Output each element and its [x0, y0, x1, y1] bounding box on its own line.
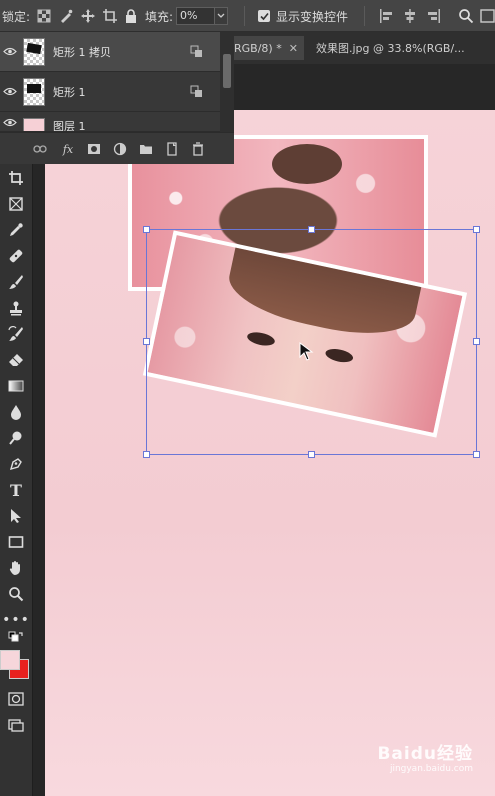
- pen-icon[interactable]: [4, 453, 28, 475]
- layers-footer: fx: [0, 132, 234, 164]
- quick-mask-icon[interactable]: [4, 688, 28, 710]
- path-select-icon[interactable]: [4, 505, 28, 527]
- more-icon[interactable]: •••: [2, 609, 29, 631]
- options-bar: 锁定: 填充: 0% 显示变换控件: [0, 0, 495, 32]
- default-colors-icon[interactable]: [4, 631, 28, 646]
- lock-transparent-icon[interactable]: [36, 0, 52, 32]
- adjustment-icon[interactable]: [112, 141, 128, 157]
- screen-mode-icon[interactable]: [4, 714, 28, 736]
- transform-handle-right[interactable]: [473, 338, 480, 345]
- layers-scrollbar[interactable]: [220, 32, 234, 132]
- checkbox-icon: [258, 10, 270, 22]
- align-center-icon[interactable]: [402, 0, 418, 32]
- smart-object-icon: [190, 45, 202, 57]
- lock-position-icon[interactable]: [80, 0, 96, 32]
- hair-bun-shape: [272, 144, 342, 184]
- rectangle-icon[interactable]: [4, 531, 28, 553]
- layer-thumbnail: [23, 118, 45, 131]
- align-right-icon[interactable]: [426, 0, 442, 32]
- lock-all-icon[interactable]: [123, 0, 139, 32]
- dodge-icon[interactable]: [4, 427, 28, 449]
- watermark: Baidu经验 jingyan.baidu.com: [377, 739, 473, 774]
- layer-row[interactable]: 图层 1: [0, 112, 220, 132]
- new-layer-icon[interactable]: [164, 141, 180, 157]
- document-canvas[interactable]: Baidu经验 jingyan.baidu.com: [45, 110, 495, 796]
- layer-row[interactable]: 矩形 1 拷贝: [0, 32, 220, 72]
- foreground-color-swatch[interactable]: [0, 650, 20, 670]
- transform-handle-bottom-left[interactable]: [143, 451, 150, 458]
- hand-icon[interactable]: [4, 557, 28, 579]
- zoom-icon[interactable]: [4, 583, 28, 605]
- layers-panel: 矩形 1 拷贝 矩形 1 图层 1 fx: [0, 32, 234, 164]
- pasteboard-gutter: [33, 110, 45, 796]
- tab-label: RGB/8) *: [234, 41, 282, 55]
- transform-handle-top-right[interactable]: [473, 226, 480, 233]
- type-icon[interactable]: T: [4, 479, 28, 501]
- history-brush-icon[interactable]: [4, 323, 28, 345]
- eraser-icon[interactable]: [4, 349, 28, 371]
- eye-icon[interactable]: [0, 118, 20, 127]
- divider: [244, 6, 245, 26]
- smart-object-icon: [190, 85, 202, 97]
- fx-icon[interactable]: fx: [60, 141, 76, 157]
- tab-active-document[interactable]: RGB/8) * ✕: [234, 36, 304, 60]
- transform-handle-left[interactable]: [143, 338, 150, 345]
- layer-name: 矩形 1 拷贝: [53, 45, 111, 59]
- link-icon[interactable]: [32, 141, 48, 157]
- fill-label: 填充:: [145, 9, 174, 24]
- healing-brush-icon[interactable]: [4, 245, 28, 267]
- brush-icon[interactable]: [4, 271, 28, 293]
- close-icon[interactable]: ✕: [289, 42, 298, 55]
- watermark-brand: Baidu经验: [377, 744, 473, 764]
- blur-icon[interactable]: [4, 401, 28, 423]
- layer-name: 矩形 1: [53, 85, 86, 99]
- chevron-down-icon: [217, 13, 225, 18]
- trash-icon[interactable]: [190, 141, 206, 157]
- eye-icon[interactable]: [0, 87, 20, 96]
- layer-thumbnail: [23, 77, 45, 106]
- transform-handle-bottom-right[interactable]: [473, 451, 480, 458]
- fill-dropdown[interactable]: [214, 7, 228, 25]
- layer-row[interactable]: 矩形 1: [0, 72, 220, 112]
- layer-thumbnail: [23, 37, 45, 66]
- transform-handle-top-left[interactable]: [143, 226, 150, 233]
- transform-handle-bottom[interactable]: [308, 451, 315, 458]
- mask-icon[interactable]: [86, 141, 102, 157]
- layer-name: 图层 1: [53, 120, 86, 132]
- pasteboard: [234, 64, 495, 110]
- scrollbar-thumb[interactable]: [223, 54, 231, 88]
- lock-artboard-icon[interactable]: [102, 0, 118, 32]
- cursor-arrow-icon: [299, 342, 314, 361]
- align-left-icon[interactable]: [378, 0, 394, 32]
- show-transform-label: 显示变换控件: [276, 9, 349, 24]
- watermark-url: jingyan.baidu.com: [389, 764, 473, 774]
- search-icon[interactable]: [458, 0, 474, 32]
- folder-icon[interactable]: [138, 141, 154, 157]
- workspace-icon[interactable]: [480, 0, 495, 32]
- show-transform-checkbox[interactable]: 显示变换控件: [258, 0, 348, 32]
- clone-stamp-icon[interactable]: [4, 297, 28, 319]
- tab-effect-image[interactable]: 效果图.jpg @ 33.8%(RGB/...: [314, 36, 495, 60]
- crop-icon[interactable]: [4, 167, 28, 189]
- transform-handle-top[interactable]: [308, 226, 315, 233]
- eyedropper-icon[interactable]: [4, 219, 28, 241]
- gradient-icon[interactable]: [4, 375, 28, 397]
- tab-label: 效果图.jpg @ 33.8%(RGB/...: [316, 42, 465, 55]
- document-tabs: RGB/8) * ✕ 效果图.jpg @ 33.8%(RGB/...: [234, 32, 495, 64]
- lock-pixels-icon[interactable]: [58, 0, 74, 32]
- lock-label: 锁定:: [2, 9, 31, 24]
- tools-panel: T •••: [0, 164, 33, 796]
- divider: [364, 6, 365, 26]
- frame-icon[interactable]: [4, 193, 28, 215]
- eye-icon[interactable]: [0, 47, 20, 56]
